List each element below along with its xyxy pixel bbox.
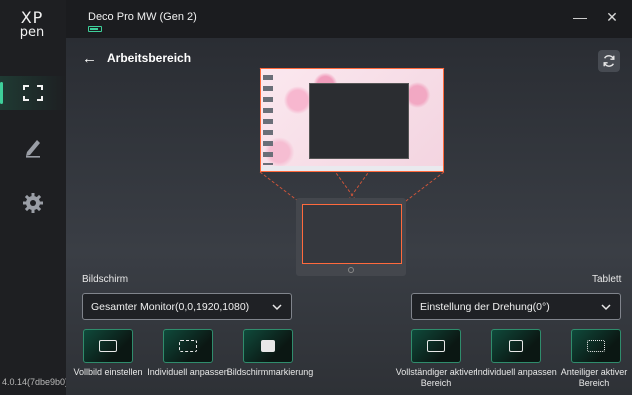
full-active-area-icon [427,340,445,352]
chevron-down-icon [272,304,282,311]
tablet-button [348,267,354,273]
tablet-active-area[interactable] [302,204,402,264]
close-button[interactable]: ✕ [602,8,622,26]
proportional-area-button[interactable] [571,329,621,363]
page-title: Arbeitsbereich [107,51,192,65]
monitor-select-value: Gesamter Monitor(0,0,1920,1080) [91,300,250,313]
fullscreen-set-button[interactable] [83,329,133,363]
proportional-area-icon [587,340,605,352]
custom-adjust-screen-label: Individuell anpassen [147,367,229,377]
rotation-select[interactable]: Einstellung der Drehung(0°) [411,293,621,320]
taskbar [261,166,443,171]
screen-mark-button[interactable] [243,329,293,363]
tablet-section-label: Tablett [592,274,622,285]
screen-mark-icon [261,340,275,352]
monitor-select[interactable]: Gesamter Monitor(0,0,1920,1080) [82,293,292,320]
xppen-logo: XP pen [12,10,52,44]
logo-line1: XP [20,8,44,27]
chevron-down-icon [601,304,611,311]
custom-area-icon [179,340,197,352]
custom-adjust-tablet-label: Individuell anpassen [475,367,557,377]
version-label: 4.0.14(7dbe9b0) [2,377,69,387]
proportional-area-label: Anteiliger aktiver Bereich [560,367,628,388]
fullscreen-rect-icon [99,340,117,352]
fullscreen-icon [23,85,43,101]
logo-line2: pen [19,25,45,40]
full-active-area-label: Vollständiger aktiver Bereich [395,367,477,388]
sidebar-item-settings[interactable] [0,186,66,220]
device-name: Deco Pro MW (Gen 2) [88,11,197,23]
rotation-select-value: Einstellung der Drehung(0°) [420,300,550,313]
app-window-thumbnail [309,83,409,159]
desktop-icons [263,75,273,165]
pen-icon [26,140,40,158]
screen-section-label: Bildschirm [82,274,129,285]
sidebar-item-work-area[interactable] [0,76,66,110]
sidebar: XP pen 4.0.14(7dbe9b0) [0,0,69,395]
battery-icon [88,26,102,32]
main-panel: ← Arbeitsbereich Bildschirm Gesamter Mon… [66,38,632,395]
monitor-preview [260,68,444,172]
tablet-preview [296,198,406,276]
refresh-icon [603,55,615,67]
sidebar-item-pen[interactable] [0,130,66,164]
screen-mark-label: Bildschirmmarkierung [226,367,314,377]
custom-adjust-screen-button[interactable] [163,329,213,363]
fullscreen-set-label: Vollbild einstellen [73,367,143,377]
full-active-area-button[interactable] [411,329,461,363]
back-arrow-icon[interactable]: ← [82,50,97,67]
title-bar: Deco Pro MW (Gen 2) — ✕ [66,0,632,38]
gear-icon [23,193,43,213]
custom-area-icon [509,340,523,352]
custom-adjust-tablet-button[interactable] [491,329,541,363]
refresh-button[interactable] [598,50,620,72]
minimize-button[interactable]: — [570,8,590,26]
